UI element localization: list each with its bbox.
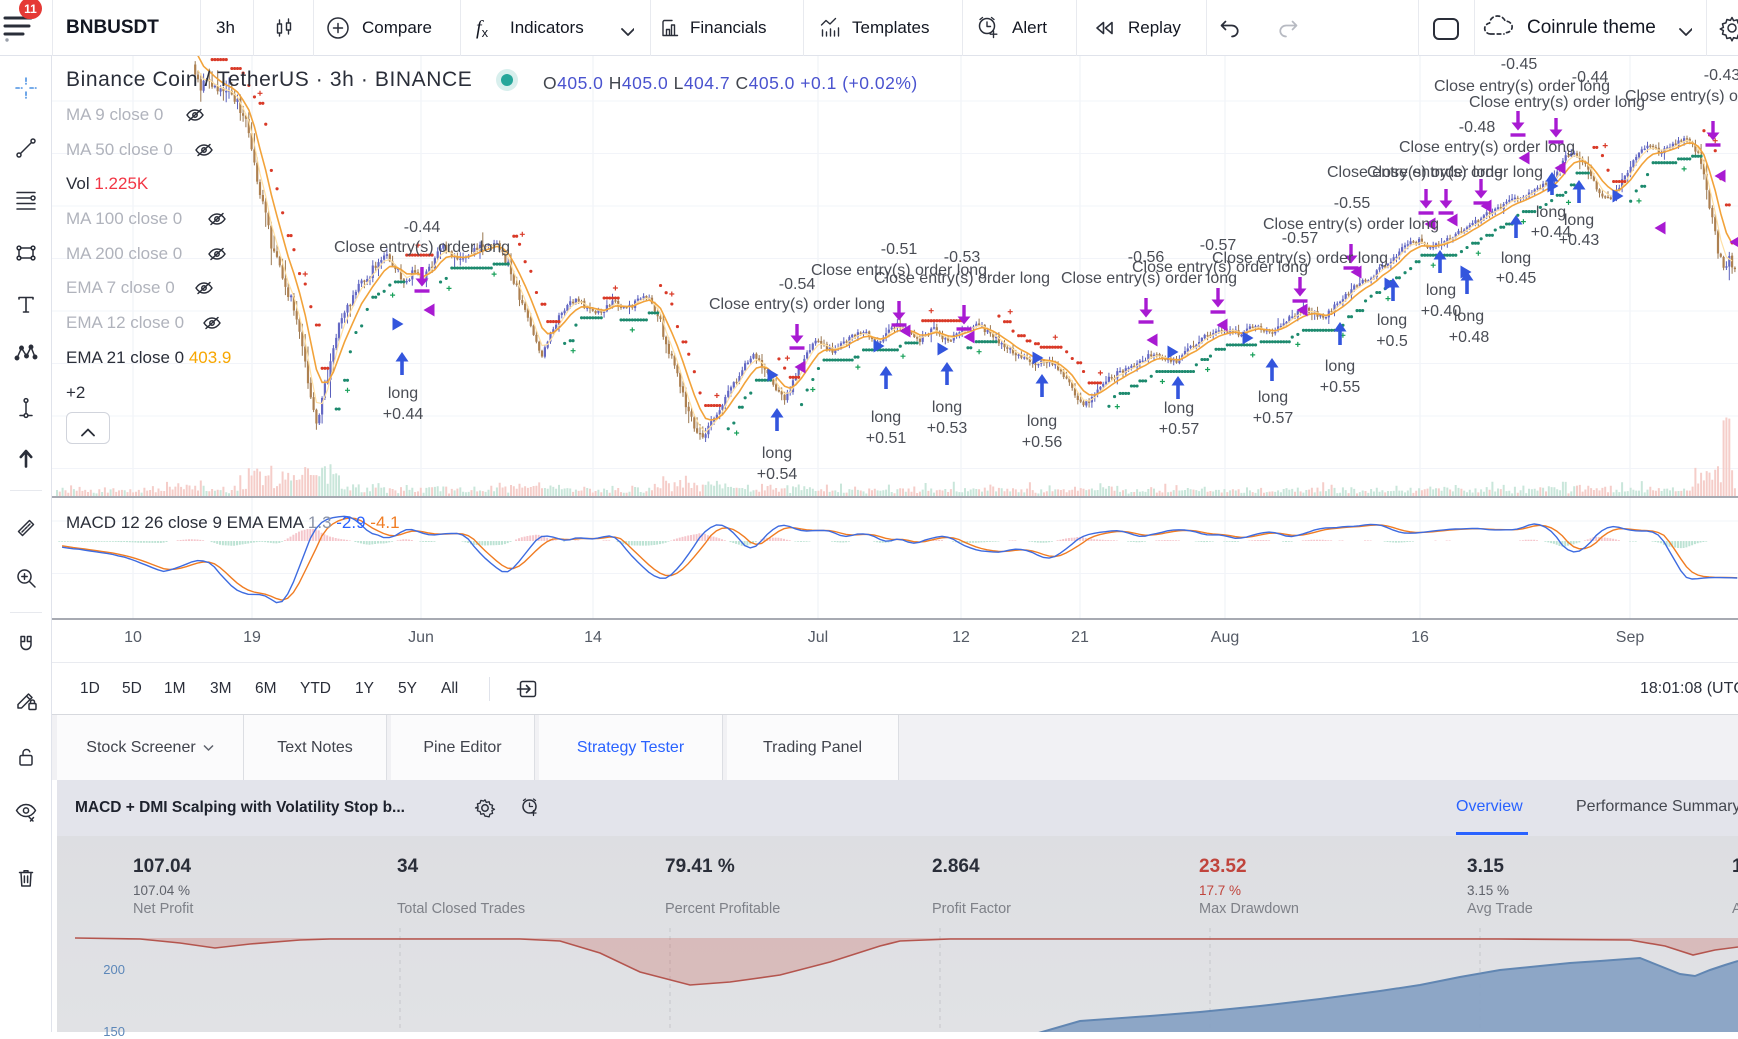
svg-text:long: long [932,399,962,416]
svg-text:long: long [1377,312,1407,329]
svg-text:+0.57: +0.57 [1253,410,1294,427]
svg-text:+0.57: +0.57 [1159,421,1200,438]
svg-text:long: long [1325,358,1355,375]
svg-text:+0.48: +0.48 [1449,329,1490,346]
svg-text:Close entry(s) order long: Close entry(s) order long [1212,250,1388,267]
svg-text:Close entry(s) order long: Close entry(s) order long [1625,88,1738,105]
svg-text:+0.5: +0.5 [1376,333,1408,350]
svg-text:Close entry(s) order long: Close entry(s) order long [1399,139,1575,156]
svg-text:Close entry(s) order long: Close entry(s) order long [334,239,510,256]
svg-text:long: long [1501,250,1531,267]
svg-text:Close entry(s) order long: Close entry(s) order long [874,270,1050,287]
svg-text:+0.51: +0.51 [866,430,907,447]
svg-text:long: long [1027,413,1057,430]
svg-text:-0.45: -0.45 [1501,56,1538,73]
svg-text:+0.45: +0.45 [1496,270,1537,287]
svg-text:-0.48: -0.48 [1459,119,1496,136]
svg-text:long: long [388,385,418,402]
svg-text:long: long [1164,400,1194,417]
svg-text:+0.43: +0.43 [1559,232,1600,249]
svg-text:long: long [762,445,792,462]
svg-text:+0.54: +0.54 [757,466,798,483]
svg-text:-0.55: -0.55 [1334,195,1371,212]
svg-text:+0.44: +0.44 [383,406,424,423]
svg-text:-0.44: -0.44 [1572,69,1609,86]
svg-text:-0.44: -0.44 [404,219,441,236]
svg-text:Close entry(s) order long: Close entry(s) order long [1469,94,1645,111]
svg-text:+0.56: +0.56 [1022,434,1063,451]
svg-text:Close entry(s) order long: Close entry(s) order long [1367,164,1543,181]
svg-text:long: long [1536,204,1566,221]
svg-text:long: long [1564,212,1594,229]
svg-text:long: long [1454,308,1484,325]
svg-text:long: long [871,409,901,426]
svg-text:Close entry(s) order long: Close entry(s) order long [1263,216,1439,233]
svg-text:long: long [1258,389,1288,406]
svg-text:-0.54: -0.54 [779,276,816,293]
svg-text:+0.55: +0.55 [1320,379,1361,396]
svg-text:-0.43: -0.43 [1704,67,1738,84]
svg-text:long: long [1426,282,1456,299]
svg-text:+0.53: +0.53 [927,420,968,437]
svg-text:Close entry(s) order long: Close entry(s) order long [709,296,885,313]
svg-text:-0.51: -0.51 [881,241,918,258]
svg-text:-0.53: -0.53 [944,249,981,266]
